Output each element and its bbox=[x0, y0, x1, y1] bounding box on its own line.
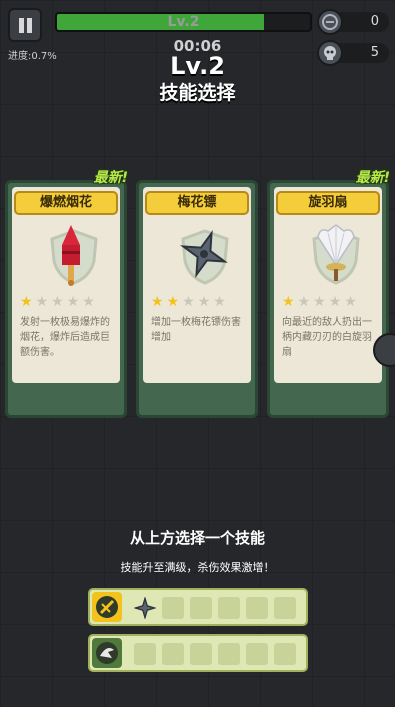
pause-icon-bar bbox=[27, 18, 32, 33]
skill-description: 发射一枚极易爆炸的烟花，爆炸后造成巨额伤害。 bbox=[20, 317, 110, 358]
skill-name: 梅花镖 bbox=[145, 191, 249, 215]
weapon-slot-6 bbox=[274, 597, 296, 619]
feather-fan-icon bbox=[317, 224, 355, 281]
skill-select-heading: 技能选择 bbox=[159, 82, 236, 104]
coin-counter: 0 bbox=[317, 9, 389, 35]
weapon-icon bbox=[92, 592, 122, 622]
weapon-slot-4 bbox=[218, 597, 240, 619]
weapon-slot-1 bbox=[132, 595, 158, 621]
weapon-slots bbox=[88, 588, 308, 626]
star-icon: ★ bbox=[66, 294, 80, 310]
card-body: 爆燃烟花 ★ ★ ★ ★ ★ 发射一枚极易爆炸的烟花，爆炸后造成巨额伤害。 bbox=[12, 187, 120, 383]
passive-slot-3 bbox=[190, 643, 212, 665]
new-badge: 最新! bbox=[93, 170, 128, 186]
star-icon: ★ bbox=[297, 294, 311, 310]
firework-rocket-icon bbox=[62, 225, 80, 286]
shuriken-icon bbox=[179, 229, 229, 279]
card-art bbox=[157, 223, 237, 287]
star-icon: ★ bbox=[328, 294, 342, 310]
star-icon: ★ bbox=[51, 294, 64, 310]
coin-icon bbox=[317, 9, 343, 35]
passive-slot-6 bbox=[274, 643, 296, 665]
pause-icon bbox=[19, 18, 24, 33]
star-rating: ★ ★ ★ ★ ★ bbox=[20, 291, 98, 310]
passive-icon bbox=[92, 638, 122, 668]
star-icon: ★ bbox=[151, 294, 164, 310]
passive-slot-5 bbox=[246, 643, 268, 665]
card-art bbox=[26, 223, 106, 287]
skill-name: 旋羽扇 bbox=[276, 191, 380, 215]
weapon-slot-3 bbox=[190, 597, 212, 619]
xp-bar: Lv.2 bbox=[55, 12, 312, 32]
passive-slots bbox=[88, 634, 308, 672]
choose-skill-prompt: 从上方选择一个技能 bbox=[129, 529, 265, 547]
star-icon: ★ bbox=[213, 294, 226, 310]
coin-value: 0 bbox=[370, 14, 379, 29]
card-body: 梅花镖 ★ ★ ★ ★ ★ 增加一枚梅花镖伤害增加 bbox=[143, 187, 251, 383]
passive-slot-4 bbox=[218, 643, 240, 665]
star-icon: ★ bbox=[82, 294, 95, 310]
level-title: Lv.2 bbox=[170, 52, 225, 80]
star-icon: ★ bbox=[182, 294, 195, 310]
skill-card-firework[interactable]: 最新! 爆燃烟花 ★ ★ ★ ★ ★ 发射一枚极易爆炸的烟花，爆炸后造成巨额伤害。 bbox=[5, 170, 128, 418]
max-level-hint: 技能升至满级，杀伤效果激增！ bbox=[120, 561, 275, 574]
star-rating: ★ ★ ★ ★ ★ bbox=[151, 291, 229, 310]
passive-slot-2 bbox=[162, 643, 184, 665]
weapon-slot-2 bbox=[162, 597, 184, 619]
star-icon: ★ bbox=[20, 294, 33, 310]
star-icon: ★ bbox=[282, 294, 295, 310]
skill-card-shuriken[interactable]: 梅花镖 ★ ★ ★ ★ ★ 增加一枚梅花镖伤害增加 bbox=[136, 180, 258, 418]
star-icon: ★ bbox=[313, 294, 326, 310]
card-body: 旋羽扇 ★ ★ ★ ★ ★ 向最近的敌人扔出一柄内藏刃刃的白旋羽扇 bbox=[274, 187, 382, 383]
star-icon: ★ bbox=[344, 294, 357, 310]
star-icon: ★ bbox=[35, 294, 49, 310]
star-icon: ★ bbox=[197, 294, 211, 310]
skill-description: 向最近的敌人扔出一柄内藏刃刃的白旋羽扇 bbox=[282, 317, 372, 358]
new-badge: 最新! bbox=[355, 170, 390, 186]
card-art bbox=[288, 223, 368, 287]
passive-slot-1 bbox=[134, 643, 156, 665]
skill-name: 爆燃烟花 bbox=[14, 191, 118, 215]
skill-card-feather-fan[interactable]: 最新! 旋羽扇 ★ ★ ★ ★ ★ 向最近的敌人扔出一柄内藏刃刃的白旋羽扇 bbox=[267, 170, 390, 418]
shuriken-icon bbox=[132, 595, 158, 621]
star-rating: ★ ★ ★ ★ ★ bbox=[282, 291, 360, 310]
xp-level-label: Lv.2 bbox=[167, 14, 200, 30]
skill-description: 增加一枚梅花镖伤害增加 bbox=[151, 317, 241, 343]
star-icon: ★ bbox=[166, 294, 180, 310]
weapon-slot-5 bbox=[246, 597, 268, 619]
